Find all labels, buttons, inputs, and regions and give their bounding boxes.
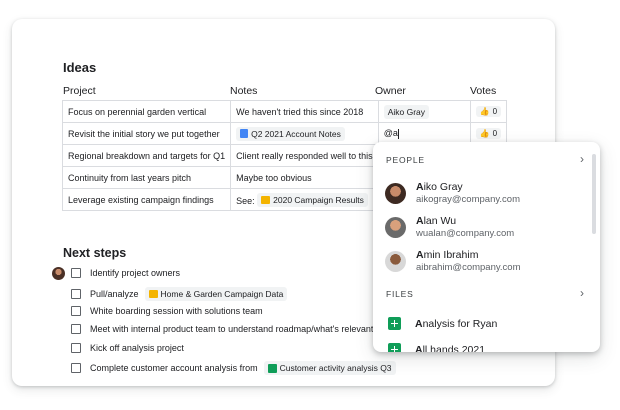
project-cell[interactable]: Continuity from last years pitch (61, 166, 232, 189)
file-chip-label: Home & Garden Campaign Data (160, 289, 284, 299)
slides-icon (261, 195, 271, 204)
task-text: Complete customer account analysis from (90, 363, 258, 373)
task-item: Pull/analyze Home & Garden Campaign Data (71, 287, 288, 301)
project-cell[interactable]: Focus on perennial garden vertical (61, 100, 232, 123)
file-chip[interactable]: 2020 Campaign Results (257, 192, 368, 207)
notes-cell[interactable]: Client really responded well to this (230, 144, 379, 167)
file-chip[interactable]: Customer activity analysis Q3 (263, 361, 396, 375)
person-suggestion[interactable]: Amin Ibrahim aibrahim@company.com (385, 249, 521, 273)
person-suggestion[interactable]: Aiko Gray aikogray@company.com (385, 181, 520, 205)
person-email: aikogray@company.com (416, 194, 520, 205)
task-item: Kick off analysis project (71, 343, 184, 353)
vote-button[interactable]: 👍 0 (475, 106, 502, 117)
person-suggestion[interactable]: Alan Wu wualan@company.com (385, 215, 514, 239)
people-section-label: PEOPLE (386, 155, 425, 165)
task-text: Kick off analysis project (90, 343, 184, 353)
file-name: All hands 2021 (415, 343, 486, 353)
task-item: Identify project owners (71, 268, 180, 278)
header-project: Project (63, 85, 96, 97)
notes-cell[interactable]: See: 2020 Campaign Results (230, 188, 379, 211)
person-chip[interactable]: Aiko Gray (383, 104, 430, 119)
project-cell[interactable]: Revisit the initial story we put togethe… (61, 122, 232, 145)
task-checkbox[interactable] (71, 324, 81, 334)
thumbs-up-icon: 👍 (479, 107, 490, 116)
avatar (385, 182, 406, 204)
text-cursor (397, 128, 399, 139)
task-checkbox[interactable] (71, 343, 81, 353)
project-cell[interactable]: Regional breakdown and targets for Q1 (61, 144, 232, 167)
task-item: Complete customer account analysis from … (71, 361, 396, 375)
task-checkbox[interactable] (71, 363, 81, 373)
thumbs-up-icon: 👍 (479, 129, 490, 138)
person-name: Amin Ibrahim (416, 249, 479, 261)
file-chip[interactable]: Home & Garden Campaign Data (144, 287, 288, 301)
header-owner: Owner (375, 85, 406, 97)
popup-scrollbar[interactable] (592, 154, 596, 234)
chevron-right-icon[interactable]: › (580, 152, 584, 166)
vote-button[interactable]: 👍 0 (475, 128, 502, 139)
notes-prefix: See: (236, 195, 255, 206)
notes-cell[interactable]: We haven't tried this since 2018 (230, 100, 379, 123)
person-email: aibrahim@company.com (416, 262, 521, 273)
header-votes: Votes (470, 85, 497, 97)
avatar (385, 216, 406, 238)
ideas-heading: Ideas (63, 60, 97, 75)
vote-count: 0 (492, 107, 498, 116)
task-text: Meet with internal product team to under… (90, 324, 384, 334)
project-cell[interactable]: Leverage existing campaign findings (61, 188, 232, 211)
votes-cell[interactable]: 👍 0 (469, 100, 508, 123)
header-notes: Notes (230, 85, 258, 97)
docs-icon (240, 129, 249, 138)
task-item: White boarding session with solutions te… (71, 306, 263, 316)
task-text: Pull/analyze (90, 289, 139, 299)
chevron-right-icon[interactable]: › (580, 286, 584, 300)
avatar[interactable] (52, 267, 65, 280)
task-text: Identify project owners (90, 268, 181, 278)
table-row: Focus on perennial garden vertical We ha… (61, 100, 508, 123)
notes-cell[interactable]: Maybe too obvious (230, 166, 379, 189)
sheets-icon (267, 363, 277, 373)
file-chip[interactable]: Q2 2021 Account Notes (236, 126, 345, 141)
owner-cell[interactable]: Aiko Gray (377, 100, 471, 123)
file-name: Analysis for Ryan (415, 317, 498, 330)
file-chip-label: 2020 Campaign Results (273, 194, 364, 205)
file-suggestion[interactable]: Analysis for Ryan (388, 317, 497, 330)
file-chip-label: Q2 2021 Account Notes (251, 128, 341, 139)
sheets-icon (388, 317, 401, 330)
person-name: Alan Wu (416, 215, 457, 227)
avatar (385, 250, 406, 272)
vote-count: 0 (492, 129, 498, 138)
mention-suggestions-popup: PEOPLE › Aiko Gray aikogray@company.com … (373, 142, 600, 352)
task-checkbox[interactable] (71, 268, 81, 278)
task-checkbox[interactable] (71, 306, 81, 316)
mention-input-text: @a (383, 128, 398, 139)
person-name: Aiko Gray (416, 181, 463, 193)
slides-icon (148, 290, 158, 298)
sheets-icon (388, 343, 401, 352)
files-section-label: FILES (386, 289, 414, 299)
task-text: White boarding session with solutions te… (90, 306, 263, 316)
file-suggestion[interactable]: All hands 2021 (388, 343, 485, 352)
notes-cell[interactable]: Q2 2021 Account Notes (230, 122, 379, 145)
file-chip-label: Customer activity analysis Q3 (279, 363, 392, 373)
task-item: Meet with internal product team to under… (71, 324, 383, 334)
next-steps-heading: Next steps (63, 246, 127, 260)
task-checkbox[interactable] (71, 289, 81, 299)
person-email: wualan@company.com (416, 228, 515, 239)
